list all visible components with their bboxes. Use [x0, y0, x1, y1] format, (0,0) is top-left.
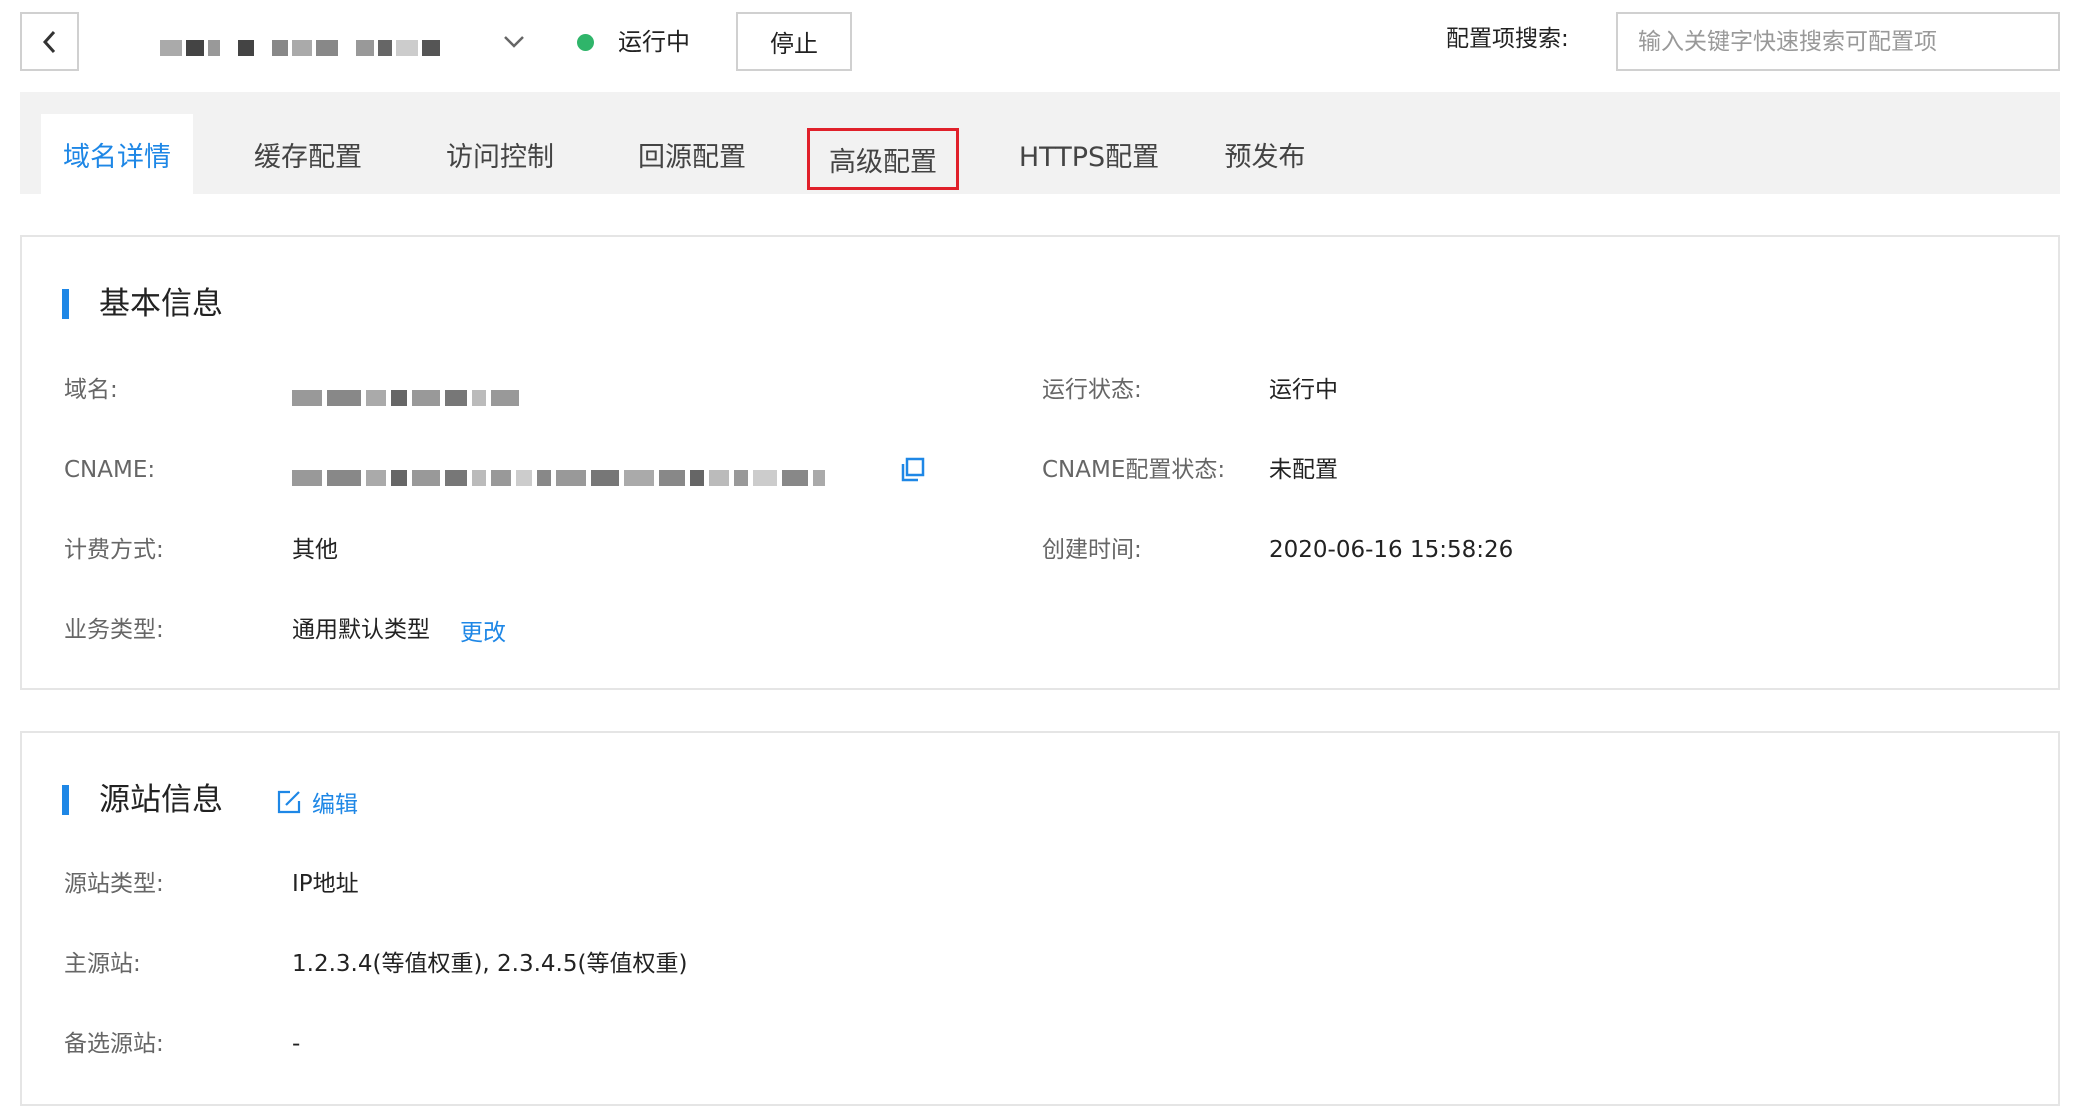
- copy-icon[interactable]: [898, 456, 926, 484]
- edit-origin-label: 编辑: [312, 792, 358, 818]
- tab-cache-config[interactable]: 缓存配置: [232, 114, 384, 194]
- billing-value: 其他: [292, 537, 338, 563]
- cname-status-label: CNAME配置状态:: [1042, 457, 1226, 483]
- search-label: 配置项搜索:: [1446, 26, 1569, 52]
- tab-access-control[interactable]: 访问控制: [424, 114, 576, 194]
- tab-advanced-config[interactable]: 高级配置: [807, 128, 959, 190]
- cname-label: CNAME:: [64, 457, 156, 483]
- created-time-label: 创建时间:: [1042, 537, 1142, 563]
- edit-origin-button[interactable]: 编辑: [276, 785, 358, 819]
- tab-bar: 域名详情 缓存配置 访问控制 回源配置 高级配置 HTTPS配置 预发布: [20, 92, 2060, 194]
- backup-origin-label: 备选源站:: [64, 1031, 164, 1057]
- origin-info-title: 源站信息: [62, 780, 223, 820]
- chevron-left-icon: [42, 30, 55, 53]
- stop-button[interactable]: 停止: [736, 12, 852, 71]
- origin-type-label: 源站类型:: [64, 871, 164, 897]
- back-button[interactable]: [20, 12, 79, 71]
- config-search-input[interactable]: [1616, 12, 2060, 71]
- domain-value-redacted: [292, 390, 519, 406]
- created-time-value: 2020-06-16 15:58:26: [1269, 537, 1514, 563]
- tab-origin-config[interactable]: 回源配置: [616, 114, 768, 194]
- origin-type-value: IP地址: [292, 871, 359, 897]
- basic-info-title: 基本信息: [62, 284, 223, 324]
- edit-icon: [277, 790, 301, 814]
- biz-type-value: 通用默认类型: [292, 617, 430, 643]
- chevron-down-icon[interactable]: [500, 28, 528, 56]
- change-biz-type-link[interactable]: 更改: [460, 617, 506, 649]
- billing-label: 计费方式:: [64, 537, 164, 563]
- basic-info-panel: 基本信息 域名: CNAME: 计费方式: 其他 业务类型: 通用默认类型 更改…: [20, 235, 2060, 690]
- tab-https-config[interactable]: HTTPS配置: [1005, 114, 1173, 194]
- status-dot-icon: [577, 34, 594, 51]
- origin-info-panel: 源站信息 编辑 源站类型: IP地址 主源站: 1.2.3.4(等值权重), 2…: [20, 731, 2060, 1106]
- tab-pre-release[interactable]: 预发布: [1210, 114, 1320, 194]
- backup-origin-value: -: [292, 1031, 301, 1057]
- cname-value-redacted: [292, 470, 825, 486]
- domain-label: 域名:: [64, 377, 118, 403]
- tab-domain-details[interactable]: 域名详情: [41, 114, 193, 194]
- top-bar: 运行中 停止 配置项搜索:: [0, 0, 2076, 90]
- domain-name-redacted: [160, 40, 440, 56]
- primary-origin-value: 1.2.3.4(等值权重), 2.3.4.5(等值权重): [292, 951, 688, 977]
- run-status-label: 运行状态:: [1042, 377, 1142, 403]
- biz-type-label: 业务类型:: [64, 617, 164, 643]
- cname-status-value: 未配置: [1269, 457, 1338, 483]
- primary-origin-label: 主源站:: [64, 951, 141, 977]
- status-text: 运行中: [618, 28, 690, 56]
- run-status-value: 运行中: [1269, 377, 1338, 403]
